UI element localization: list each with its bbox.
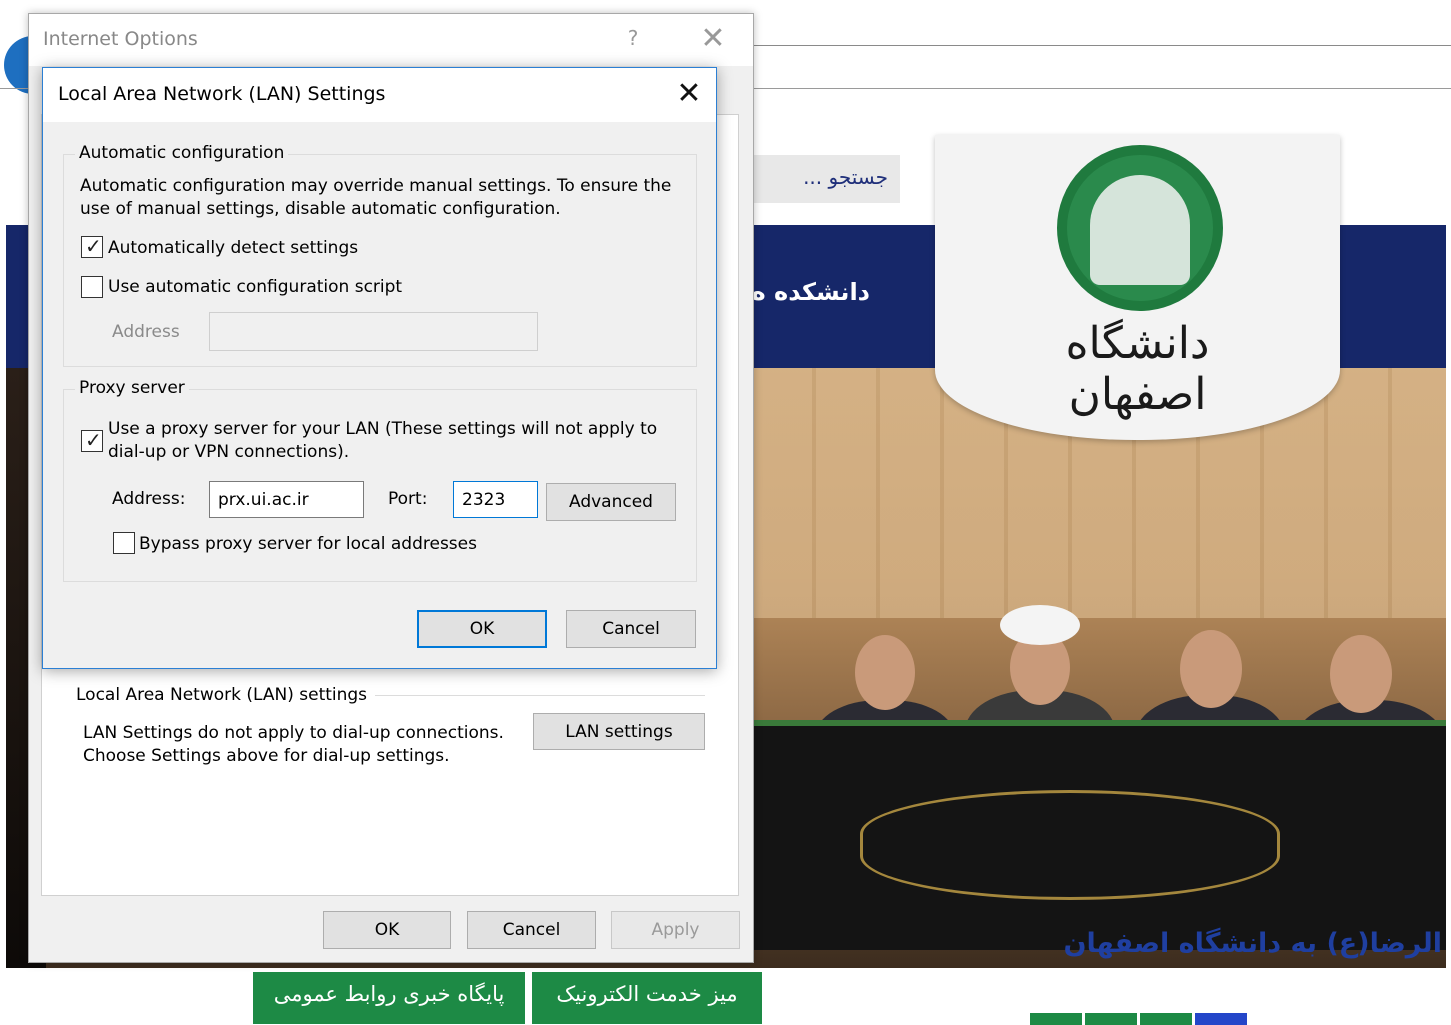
site-tile[interactable] <box>1030 1013 1082 1025</box>
hero-calligraphy-ornament <box>860 790 1280 900</box>
script-address-input[interactable] <box>209 312 538 351</box>
site-faculty-link[interactable]: دانشکده ه <box>752 278 870 306</box>
lan-ok-button[interactable]: OK <box>417 610 547 648</box>
site-news-headline[interactable]: الرضا(ع) به دانشگاه اصفهان <box>1063 928 1442 959</box>
proxy-server-label: Proxy server <box>75 378 189 398</box>
university-emblem-inner <box>1090 175 1190 285</box>
bypass-local-label[interactable]: Bypass proxy server for local addresses <box>139 533 477 556</box>
hero-person-head <box>1180 630 1242 708</box>
apply-button[interactable]: Apply <box>611 911 740 949</box>
proxy-port-label: Port: <box>388 489 428 509</box>
lan-settings-description-text: LAN Settings do not apply to dial-up con… <box>83 723 504 766</box>
use-proxy-label[interactable]: Use a proxy server for your LAN (These s… <box>108 418 688 464</box>
site-tile[interactable] <box>1195 1013 1247 1025</box>
checkmark-icon: ✓ <box>85 234 102 258</box>
auto-detect-checkbox[interactable]: ✓ <box>81 234 103 258</box>
bypass-local-checkbox[interactable] <box>113 532 135 554</box>
site-news-portal-button[interactable]: پایگاه خبری روابط عمومی <box>253 972 525 1024</box>
ok-button[interactable]: OK <box>323 911 451 949</box>
site-e-service-button[interactable]: میز خدمت الکترونیک <box>532 972 762 1024</box>
checkmark-icon: ✓ <box>85 428 102 452</box>
lan-settings-dialog: Local Area Network (LAN) Settings ✕ Auto… <box>42 67 717 669</box>
hero-person-turban <box>1000 605 1080 645</box>
lan-dialog-titlebar[interactable]: Local Area Network (LAN) Settings ✕ <box>43 68 716 122</box>
lan-dialog-title: Local Area Network (LAN) Settings <box>58 83 386 105</box>
internet-options-titlebar[interactable]: Internet Options ? ✕ <box>29 14 753 66</box>
close-icon[interactable]: ✕ <box>695 22 731 58</box>
hero-person-head <box>1330 635 1392 713</box>
help-icon[interactable]: ? <box>621 26 645 50</box>
lan-settings-description: LAN Settings do not apply to dial-up con… <box>83 722 523 768</box>
proxy-advanced-button[interactable]: Advanced <box>546 483 676 521</box>
proxy-port-input[interactable] <box>453 481 538 518</box>
internet-options-title: Internet Options <box>43 28 198 50</box>
automatic-configuration-label: Automatic configuration <box>75 143 289 163</box>
cancel-button[interactable]: Cancel <box>467 911 596 949</box>
automatic-configuration-description: Automatic configuration may override man… <box>80 176 672 219</box>
lan-cancel-button[interactable]: Cancel <box>566 610 696 648</box>
hero-person-head <box>855 635 915 710</box>
auto-script-checkbox[interactable] <box>81 276 103 298</box>
proxy-address-label: Address: <box>112 489 186 509</box>
auto-detect-label[interactable]: Automatically detect settings <box>108 237 358 260</box>
site-tile[interactable] <box>1085 1013 1137 1025</box>
use-proxy-checkbox[interactable]: ✓ <box>81 428 103 452</box>
auto-script-label[interactable]: Use automatic configuration script <box>108 276 402 299</box>
proxy-address-input[interactable] <box>209 481 364 518</box>
lan-settings-group-label: Local Area Network (LAN) settings <box>72 685 372 705</box>
site-tile[interactable] <box>1140 1013 1192 1025</box>
lan-settings-button[interactable]: LAN settings <box>533 713 705 750</box>
close-icon[interactable]: ✕ <box>671 76 707 112</box>
site-search-input[interactable]: جستجو ... <box>752 155 900 203</box>
university-logo-text[interactable]: دانشگاه اصفهان <box>1010 318 1265 420</box>
address-bar-border <box>752 45 1451 46</box>
script-address-label: Address <box>112 322 180 342</box>
lan-settings-group-divider <box>375 695 705 696</box>
